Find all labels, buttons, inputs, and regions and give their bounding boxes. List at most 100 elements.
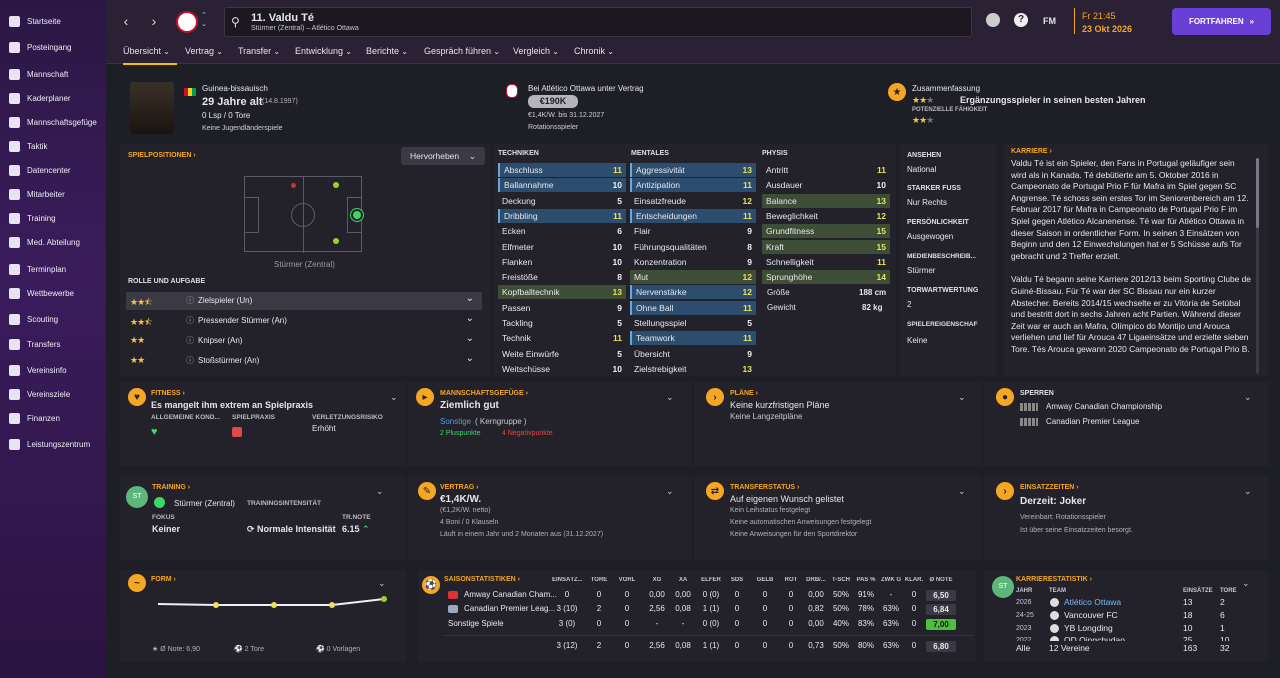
club-badge-icon[interactable] bbox=[176, 11, 198, 33]
back-icon[interactable]: ‹ bbox=[117, 12, 135, 30]
career-team[interactable]: Vancouver FC bbox=[1064, 610, 1118, 620]
value-badge: €190K bbox=[528, 95, 578, 108]
career-scrollbar[interactable] bbox=[1256, 158, 1259, 374]
role-row[interactable]: ★★⯪ ⓘ Zielspieler (Un) ⌄ bbox=[126, 292, 482, 310]
positions-title[interactable]: SPIELPOSITIONEN › bbox=[128, 152, 196, 159]
sidebar-item-5[interactable]: Taktik bbox=[0, 135, 106, 157]
reputation-label: ANSEHEN bbox=[907, 152, 942, 159]
continue-button[interactable]: FORTFAHREN » bbox=[1172, 8, 1271, 35]
role-row[interactable]: ★★ ⓘ Stoßstürmer (An) ⌄ bbox=[126, 352, 482, 370]
attribute-value: 14 bbox=[876, 272, 886, 283]
bans-expand-icon[interactable]: ⌄ bbox=[1244, 392, 1252, 403]
tab-7[interactable]: Chronik ⌄ bbox=[574, 46, 614, 60]
highlight-dropdown[interactable]: Hervorheben ⌄ bbox=[401, 147, 485, 165]
club-crest-icon bbox=[506, 84, 518, 98]
cloud-icon[interactable] bbox=[986, 13, 1000, 27]
sidebar-item-17[interactable]: Leistungszentrum bbox=[0, 433, 106, 455]
attribute-value: 10 bbox=[612, 180, 622, 191]
role-row[interactable]: ★★ ⓘ Knipser (An) ⌄ bbox=[126, 332, 482, 350]
forward-icon[interactable]: › bbox=[145, 12, 163, 30]
sidebar-item-8[interactable]: Training bbox=[0, 207, 106, 229]
info-icon[interactable]: ⓘ bbox=[186, 295, 194, 306]
info-icon[interactable]: ⓘ bbox=[186, 355, 194, 366]
attribute-row: Ecken 6 bbox=[498, 224, 626, 238]
season-header: TORE bbox=[590, 577, 608, 583]
arrow-right-icon: › bbox=[996, 482, 1014, 500]
help-icon[interactable]: ? bbox=[1014, 13, 1028, 27]
attribute-value: 10 bbox=[876, 180, 886, 191]
tab-2[interactable]: Transfer ⌄ bbox=[238, 46, 280, 60]
attribute-name: Dribbling bbox=[504, 210, 538, 221]
sidebar-item-11[interactable]: Wettbewerbe bbox=[0, 282, 106, 304]
club-switch-icon[interactable]: ⌃ ⌄ bbox=[201, 11, 207, 29]
playing-time-title[interactable]: EINSATZZEITEN › bbox=[1020, 484, 1079, 491]
tab-0[interactable]: Übersicht ⌄ bbox=[123, 46, 177, 65]
nationality: Guinea-bissauisch bbox=[202, 84, 268, 93]
sidebar-item-label: Transfers bbox=[27, 339, 61, 349]
chevron-down-icon[interactable]: ⌄ bbox=[466, 353, 474, 364]
sidebar-item-13[interactable]: Transfers bbox=[0, 333, 106, 355]
sidebar-item-2[interactable]: Mannschaft bbox=[0, 63, 106, 85]
form-title[interactable]: FORM › bbox=[151, 576, 176, 583]
contract-title[interactable]: VERTRAG › bbox=[440, 484, 479, 491]
gk-rating-label: TORWARTWERTUNG bbox=[907, 287, 979, 294]
contract-title-text: VERTRAG bbox=[440, 484, 475, 491]
dynamics-expand-icon[interactable]: ⌄ bbox=[666, 392, 674, 403]
sidebar-item-10[interactable]: Terminplan bbox=[0, 258, 106, 280]
chevron-down-icon[interactable]: ⌄ bbox=[466, 313, 474, 324]
sidebar-item-12[interactable]: Scouting bbox=[0, 308, 106, 330]
attribute-row: Deckung 5 bbox=[498, 194, 626, 208]
career-team[interactable]: YB Longding bbox=[1064, 623, 1113, 633]
tab-4[interactable]: Berichte ⌄ bbox=[366, 46, 408, 60]
tab-1[interactable]: Vertrag ⌄ bbox=[185, 46, 223, 60]
sidebar-item-9[interactable]: Med. Abteilung bbox=[0, 231, 106, 253]
career-team[interactable]: Atlético Ottawa bbox=[1064, 597, 1121, 607]
stat-cell: 0 bbox=[596, 590, 602, 599]
sidebar-item-16[interactable]: Finanzen bbox=[0, 407, 106, 429]
training-expand-icon[interactable]: ⌄ bbox=[376, 486, 384, 497]
chevron-down-icon[interactable]: ⌄ bbox=[466, 293, 474, 304]
sidebar-item-1[interactable]: Posteingang bbox=[0, 36, 106, 58]
stat-cell: 0 bbox=[734, 604, 740, 613]
tab-label: Entwicklung bbox=[295, 46, 344, 56]
personality-value: Ausgewogen bbox=[907, 232, 954, 241]
sidebar-item-label: Mannschaftsgefüge bbox=[27, 117, 97, 127]
attribute-value: 11 bbox=[877, 256, 886, 267]
social-group[interactable]: Sonstige bbox=[440, 417, 471, 426]
plans-expand-icon[interactable]: ⌄ bbox=[958, 392, 966, 403]
attribute-name: Ballannahme bbox=[504, 180, 554, 191]
fitness-expand-icon[interactable]: ⌄ bbox=[390, 392, 398, 403]
plans-title[interactable]: PLÄNE › bbox=[730, 390, 758, 397]
transfer-expand-icon[interactable]: ⌄ bbox=[958, 486, 966, 497]
tab-5[interactable]: Gespräch führen ⌄ bbox=[424, 46, 500, 60]
heart-icon: ♥ bbox=[128, 388, 146, 406]
attribute-row: Weitschüsse 10 bbox=[498, 362, 626, 376]
attribute-value: 11 bbox=[613, 165, 622, 175]
contract-expiry: Läuft in einem Jahr und 2 Monaten aus (3… bbox=[440, 531, 604, 538]
career-title[interactable]: KARRIERE › bbox=[1011, 148, 1052, 155]
gk-rating-value: 2 bbox=[907, 300, 912, 309]
form-expand-icon[interactable]: ⌄ bbox=[378, 578, 386, 589]
sidebar-item-6[interactable]: Datencenter bbox=[0, 159, 106, 181]
training-title[interactable]: TRAINING › bbox=[152, 484, 190, 491]
dynamics-title[interactable]: MANNSCHAFTSGEFÜGE › bbox=[440, 390, 528, 397]
transfer-title[interactable]: TRANSFERSTATUS › bbox=[730, 484, 799, 491]
chevron-down-icon[interactable]: ⌄ bbox=[466, 333, 474, 344]
playing-time-expand-icon[interactable]: ⌄ bbox=[1244, 486, 1252, 497]
sidebar-item-4[interactable]: Mannschaftsgefüge bbox=[0, 111, 106, 133]
attribute-value: 13 bbox=[612, 287, 622, 298]
sidebar-item-0[interactable]: Startseite bbox=[0, 10, 106, 32]
info-icon[interactable]: ⓘ bbox=[186, 335, 194, 346]
sidebar-item-14[interactable]: Vereinsinfo bbox=[0, 359, 106, 381]
info-icon[interactable]: ⓘ bbox=[186, 315, 194, 326]
tab-3[interactable]: Entwicklung ⌄ bbox=[295, 46, 352, 60]
tab-6[interactable]: Vergleich ⌄ bbox=[513, 46, 559, 60]
fitness-title[interactable]: FITNESS › bbox=[151, 390, 185, 397]
player-search-box[interactable]: ⚲ 11. Valdu Té Stürmer (Zentral) – Atlét… bbox=[224, 7, 972, 37]
sidebar-item-7[interactable]: Mitarbeiter bbox=[0, 183, 106, 205]
sidebar-item-3[interactable]: Kaderplaner bbox=[0, 87, 106, 109]
role-row[interactable]: ★★⯪ ⓘ Pressender Stürmer (An) ⌄ bbox=[126, 312, 482, 330]
sidebar-item-15[interactable]: Vereinsziele bbox=[0, 383, 106, 405]
fm-menu[interactable]: FM bbox=[1043, 16, 1056, 26]
contract-expand-icon[interactable]: ⌄ bbox=[666, 486, 674, 497]
